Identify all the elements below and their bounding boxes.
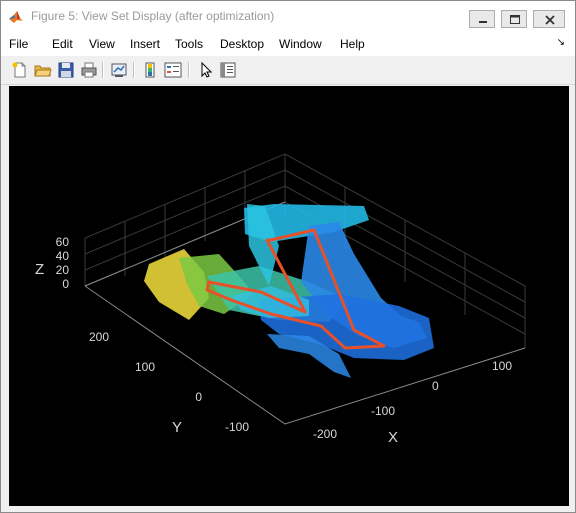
maximize-icon bbox=[510, 15, 520, 24]
link-plot-button[interactable] bbox=[110, 61, 128, 79]
new-figure-button[interactable] bbox=[11, 61, 29, 79]
y-tick: 0 bbox=[195, 390, 202, 404]
print-icon bbox=[81, 62, 97, 78]
y-axis-label: Y bbox=[172, 419, 182, 436]
open-file-button[interactable] bbox=[34, 61, 52, 79]
minimize-button[interactable] bbox=[469, 10, 495, 28]
point-cloud bbox=[144, 204, 434, 378]
3d-axes[interactable]: 60 40 20 0 Z 200 100 0 -100 Y 100 0 -100… bbox=[9, 86, 569, 506]
close-button[interactable] bbox=[533, 10, 565, 28]
insert-colorbar-icon bbox=[145, 62, 155, 78]
pointer-icon bbox=[201, 61, 213, 78]
insert-legend-icon bbox=[164, 62, 182, 78]
maximize-button[interactable] bbox=[501, 10, 527, 28]
insert-colorbar-button[interactable] bbox=[141, 61, 159, 79]
title-bar[interactable]: Figure 5: View Set Display (after optimi… bbox=[1, 1, 575, 32]
toolbar bbox=[1, 56, 575, 85]
menu-edit[interactable]: Edit bbox=[52, 37, 73, 51]
toolbar-separator bbox=[133, 62, 135, 78]
menu-bar: File Edit View Insert Tools Desktop Wind… bbox=[1, 32, 575, 56]
minimize-icon bbox=[479, 21, 487, 23]
y-tick: -100 bbox=[225, 420, 249, 434]
property-inspector-icon bbox=[220, 62, 236, 78]
menu-help[interactable]: Help bbox=[340, 37, 365, 51]
menu-insert[interactable]: Insert bbox=[130, 37, 160, 51]
window-title: Figure 5: View Set Display (after optimi… bbox=[31, 9, 275, 23]
new-figure-icon bbox=[12, 62, 26, 78]
z-tick: 60 bbox=[56, 235, 70, 249]
z-tick: 40 bbox=[56, 249, 70, 263]
open-file-icon bbox=[34, 65, 52, 77]
x-tick: -200 bbox=[313, 427, 337, 441]
matlab-icon bbox=[9, 11, 23, 23]
menu-view[interactable]: View bbox=[89, 37, 115, 51]
y-tick: 200 bbox=[89, 330, 109, 344]
link-plot-icon bbox=[111, 63, 127, 77]
toolbar-separator bbox=[188, 62, 190, 78]
figure-window: Figure 5: View Set Display (after optimi… bbox=[0, 0, 576, 513]
menu-desktop[interactable]: Desktop bbox=[220, 37, 264, 51]
menu-window[interactable]: Window bbox=[279, 37, 322, 51]
close-icon bbox=[545, 15, 555, 25]
insert-legend-button[interactable] bbox=[164, 61, 182, 79]
menu-file[interactable]: File bbox=[9, 37, 28, 51]
pointer-button[interactable] bbox=[196, 61, 214, 79]
z-tick: 20 bbox=[56, 263, 70, 277]
z-axis-label: Z bbox=[35, 261, 44, 278]
x-tick: 100 bbox=[492, 359, 512, 373]
save-button[interactable] bbox=[57, 61, 75, 79]
z-tick: 0 bbox=[62, 277, 69, 291]
y-tick: 100 bbox=[135, 360, 155, 374]
toolbar-separator bbox=[102, 62, 104, 78]
print-button[interactable] bbox=[80, 61, 98, 79]
menu-dock-arrow-icon[interactable]: ↘ bbox=[557, 37, 565, 48]
x-tick: -100 bbox=[371, 404, 395, 418]
save-icon bbox=[58, 62, 74, 78]
x-tick: 0 bbox=[432, 379, 439, 393]
z-axis: 60 40 20 0 Z bbox=[35, 235, 69, 291]
x-axis-label: X bbox=[388, 429, 398, 446]
figure-canvas[interactable]: 60 40 20 0 Z 200 100 0 -100 Y 100 0 -100… bbox=[9, 86, 569, 506]
menu-tools[interactable]: Tools bbox=[175, 37, 203, 51]
property-inspector-button[interactable] bbox=[219, 61, 237, 79]
